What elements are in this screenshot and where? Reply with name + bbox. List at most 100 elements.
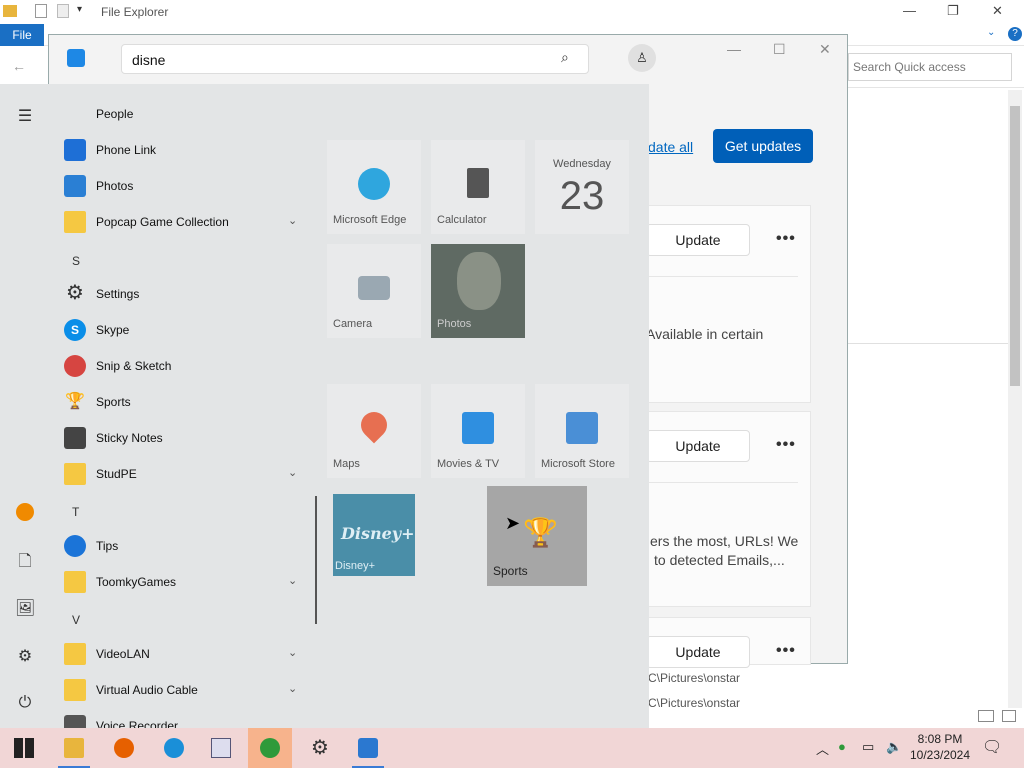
calendar-day: Wednesday	[553, 158, 611, 170]
quick-access-dropdown-icon[interactable]: ▾	[77, 4, 82, 15]
app-folder-item[interactable]: ToomkyGames ⌄	[62, 568, 312, 596]
update-all-link[interactable]: date all	[648, 139, 693, 155]
large-icons-view-icon[interactable]	[1002, 710, 1016, 722]
hamburger-menu-icon[interactable]: ☰	[15, 106, 35, 126]
taskbar-firefox[interactable]	[102, 728, 146, 768]
app-list-item[interactable]: People	[62, 100, 312, 128]
trophy-icon: 🏆	[65, 393, 85, 410]
app-list-item[interactable]: S Skype	[62, 316, 312, 344]
app-folder-item[interactable]: StudPE ⌄	[62, 460, 312, 488]
power-icon[interactable]: ⏻	[15, 694, 35, 714]
taskbar-edge[interactable]	[152, 728, 196, 768]
help-icon[interactable]: ?	[1008, 27, 1022, 41]
tile-photos[interactable]: Photos	[431, 244, 525, 338]
tile-label: Microsoft Edge	[333, 214, 407, 226]
clock-time: 8:08 PM	[917, 732, 963, 746]
clock-date: 10/23/2024	[909, 748, 971, 762]
folder-icon	[3, 5, 17, 17]
calculator-icon	[467, 168, 489, 198]
taskbar-microsoft-store[interactable]	[346, 728, 390, 768]
file-explorer-titlebar: ▾ File Explorer — ❐ ✕	[0, 0, 1024, 24]
show-hidden-icons[interactable]: ︿	[816, 739, 829, 758]
close-button[interactable]: ✕	[819, 41, 831, 58]
app-folder-item[interactable]: VideoLAN ⌄	[62, 640, 312, 668]
people-tray-icon[interactable]: ●	[838, 739, 846, 754]
tile-microsoft-edge[interactable]: Microsoft Edge	[327, 140, 421, 234]
app-list-item[interactable]: Sticky Notes	[62, 424, 312, 452]
clock[interactable]: 8:08 PM 10/23/2024	[908, 731, 972, 763]
tile-disney-plus[interactable]: Disney+ Disney+	[333, 494, 415, 576]
maximize-button[interactable]: ❐	[947, 3, 959, 19]
document-icon[interactable]	[35, 4, 47, 18]
tile-label: Sports	[493, 564, 528, 578]
camera-icon	[358, 276, 390, 300]
voice-recorder-icon	[64, 715, 86, 728]
new-folder-icon[interactable]	[57, 4, 69, 18]
volume-icon[interactable]: 🔈	[886, 739, 902, 755]
get-updates-button[interactable]: Get updates	[713, 129, 813, 163]
tile-calendar[interactable]: Wednesday 23	[535, 140, 629, 234]
app-folder-item[interactable]: Virtual Audio Cable ⌄	[62, 676, 312, 704]
app-label: Sticky Notes	[96, 431, 163, 445]
app-list-item[interactable]: Voice Recorder	[62, 712, 312, 728]
app-list-item[interactable]: ⚙ Settings	[62, 280, 312, 308]
start-button[interactable]	[2, 728, 46, 768]
scrollbar-thumb[interactable]	[1010, 106, 1020, 386]
details-view-icon[interactable]	[978, 710, 994, 722]
edge-icon	[358, 168, 390, 200]
app-list-item[interactable]: Snip & Sketch	[62, 352, 312, 380]
minimize-button[interactable]: —	[727, 41, 741, 57]
taskbar-people[interactable]	[248, 728, 292, 768]
update-button[interactable]: Update	[646, 636, 750, 668]
store-icon	[566, 412, 598, 444]
mouse-cursor: ➤	[505, 513, 521, 533]
app-list-item[interactable]: Photos	[62, 172, 312, 200]
notifications-icon[interactable]: 🗨	[982, 737, 1002, 757]
app-list-item[interactable]: Phone Link	[62, 136, 312, 164]
card-description: to detected Emails,...	[654, 552, 785, 568]
settings-gear-icon[interactable]: ⚙	[15, 646, 35, 666]
pictures-icon[interactable]: 🖼	[15, 598, 35, 618]
app-list-scrollbar[interactable]	[315, 496, 317, 624]
start-menu: ☰ 🗋 🖼 ⚙ ⏻ People Phone Link Photos Popca…	[0, 84, 649, 728]
app-list-item[interactable]: Tips	[62, 532, 312, 560]
letter-header[interactable]: V	[72, 613, 80, 627]
tile-microsoft-store[interactable]: Microsoft Store	[535, 384, 629, 478]
ribbon-expand-icon[interactable]: ⌄	[987, 27, 995, 38]
maximize-button[interactable]: ☐	[773, 41, 786, 58]
close-button[interactable]: ✕	[992, 3, 1003, 19]
app-label: Skype	[96, 323, 130, 337]
more-options-button[interactable]: •••	[776, 642, 796, 660]
app-folder-item[interactable]: Popcap Game Collection ⌄	[62, 208, 312, 236]
update-button[interactable]: Update	[646, 430, 750, 462]
tile-movies-tv[interactable]: Movies & TV	[431, 384, 525, 478]
app-label: People	[96, 107, 134, 121]
user-avatar-icon[interactable]	[15, 502, 35, 522]
tile-sports[interactable]: 🏆 Sports	[487, 486, 587, 586]
tile-camera[interactable]: Camera	[327, 244, 421, 338]
card-description: Available in certain	[646, 326, 764, 342]
store-search-input[interactable]: disne	[121, 44, 589, 74]
letter-header[interactable]: S	[72, 254, 80, 268]
taskbar-file-explorer[interactable]	[52, 728, 96, 768]
chevron-down-icon: ⌄	[288, 683, 298, 695]
app-list-item[interactable]: 🏆 Sports	[62, 388, 312, 416]
more-options-button[interactable]: •••	[776, 230, 796, 248]
tile-calculator[interactable]: Calculator	[431, 140, 525, 234]
taskbar-app[interactable]	[199, 728, 243, 768]
letter-header[interactable]: T	[72, 505, 79, 519]
tile-maps[interactable]: Maps	[327, 384, 421, 478]
quick-access-search-input[interactable]: Search Quick access	[848, 53, 1012, 81]
update-button[interactable]: Update	[646, 224, 750, 256]
search-icon[interactable]: ⌕	[561, 49, 569, 66]
calendar-date: 23	[559, 174, 605, 218]
back-arrow-icon[interactable]: ←	[12, 58, 26, 74]
account-avatar[interactable]: ♙	[628, 44, 656, 72]
network-icon[interactable]: ▭	[862, 739, 874, 755]
more-options-button[interactable]: •••	[776, 436, 796, 454]
taskbar-settings[interactable]: ⚙	[298, 728, 342, 768]
file-tab[interactable]: File	[0, 24, 44, 46]
card-description: ers the most, URLs! We	[650, 533, 799, 549]
documents-icon[interactable]: 🗋	[15, 550, 35, 570]
minimize-button[interactable]: —	[903, 3, 916, 18]
